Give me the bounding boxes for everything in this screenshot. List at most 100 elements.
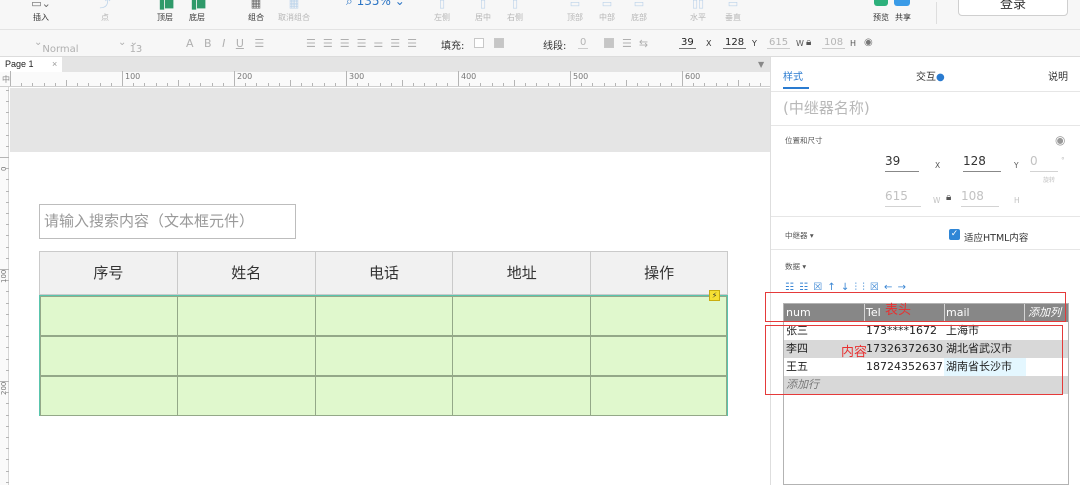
tab-interaction[interactable]: 交互● bbox=[916, 68, 945, 83]
ruler-tick bbox=[312, 83, 314, 86]
h-field[interactable]: 108 bbox=[822, 37, 846, 49]
distribute-horizontal-tool[interactable]: ▯▯ 水平 bbox=[683, 0, 713, 28]
repeater-row[interactable] bbox=[40, 336, 728, 376]
align-middle-tool[interactable]: ▭ 中部 bbox=[592, 0, 622, 28]
panel-w-field[interactable]: 615 bbox=[885, 189, 921, 207]
panel-x-field[interactable]: 39 bbox=[885, 154, 919, 172]
distribute-vertical-tool[interactable]: ▭ 垂直 bbox=[718, 0, 748, 28]
login-button[interactable]: 登录 bbox=[958, 0, 1068, 16]
repeater-widget[interactable] bbox=[39, 295, 728, 416]
font-style-select[interactable]: ⌄ Normal bbox=[34, 37, 79, 55]
ruler-tick bbox=[547, 83, 549, 86]
ruler-tick bbox=[6, 101, 9, 102]
ruler-tick bbox=[6, 112, 9, 114]
bring-to-front-tool[interactable]: ▐■ 顶层 bbox=[150, 0, 180, 28]
tab-notes[interactable]: 说明 bbox=[1048, 68, 1068, 83]
y-field[interactable]: 128 bbox=[723, 37, 747, 49]
fill-label: 填充: bbox=[441, 41, 465, 52]
visibility-eye-icon[interactable]: ◉ bbox=[864, 37, 873, 48]
w-field[interactable]: 615 bbox=[767, 37, 791, 49]
ruler-tick bbox=[6, 325, 9, 326]
ruler-tick bbox=[738, 80, 739, 86]
font-size-select[interactable]: ⌄ 13 ⌄ bbox=[118, 37, 142, 55]
ruler-tick bbox=[402, 80, 403, 86]
ruler-tick bbox=[222, 83, 224, 86]
panel-w-label: W bbox=[933, 196, 941, 205]
share-button[interactable]: 共享 bbox=[888, 0, 918, 28]
widget-name-input[interactable]: (中继器名称) bbox=[783, 97, 870, 118]
ruler-tick bbox=[749, 83, 751, 86]
align-top-tool[interactable]: ▭ 顶部 bbox=[560, 0, 590, 28]
send-to-back-tool[interactable]: ▐■ 底层 bbox=[182, 0, 212, 28]
repeater-row[interactable] bbox=[40, 296, 728, 336]
ruler-tick bbox=[648, 83, 650, 86]
fill-image-swatch[interactable] bbox=[494, 38, 504, 48]
line-style-icons[interactable]: ☰ ⇆ bbox=[622, 37, 648, 50]
zoom-select[interactable]: ⌕ 135% ⌄ bbox=[346, 0, 405, 9]
ruler-tick bbox=[6, 246, 9, 248]
repeater-row[interactable] bbox=[40, 376, 728, 416]
align-bottom-tool[interactable]: ▭ 底部 bbox=[624, 0, 654, 28]
page-tab[interactable]: Page 1 × bbox=[0, 57, 62, 72]
close-tab-icon[interactable]: × bbox=[52, 57, 57, 72]
text-format-icons[interactable]: A B I U ☰ bbox=[186, 37, 264, 50]
group-tool[interactable]: ▦ 组合 bbox=[241, 0, 271, 28]
data-section-label[interactable]: 数据 ▾ bbox=[785, 261, 806, 272]
panel-y-field[interactable]: 128 bbox=[963, 154, 1001, 172]
point-tool[interactable]: ⤴ 点 bbox=[90, 0, 120, 28]
ruler-tick bbox=[670, 83, 672, 86]
inspector-tabs: 样式 交互● 说明 bbox=[771, 57, 1080, 91]
rotation-field[interactable]: 0 bbox=[1030, 154, 1058, 172]
ruler-tick bbox=[6, 213, 9, 214]
ungroup-tool[interactable]: ▦ 取消组合 bbox=[274, 0, 314, 28]
align-right-tool[interactable]: ▯ 右侧 bbox=[500, 0, 530, 28]
table-header[interactable]: 序号 姓名 电话 地址 操作 bbox=[39, 251, 728, 295]
repeater-cell bbox=[314, 376, 453, 416]
ruler-tick bbox=[200, 83, 202, 86]
fill-color-swatch[interactable] bbox=[474, 38, 484, 48]
tab-style[interactable]: 样式 bbox=[783, 68, 803, 83]
visibility-eye-icon[interactable]: ◉ bbox=[1055, 133, 1065, 147]
aspect-lock-icon[interactable]: 🔒︎ bbox=[946, 192, 951, 203]
align-middle-icon: ▭ bbox=[601, 0, 613, 10]
ruler-label: 200 bbox=[0, 381, 8, 395]
align-center-tool[interactable]: ▯ 居中 bbox=[468, 0, 498, 28]
ruler-tick bbox=[6, 448, 9, 450]
repeater-cell bbox=[177, 296, 315, 336]
line-color-swatch[interactable] bbox=[604, 38, 614, 48]
repeater-cell bbox=[314, 336, 453, 376]
ruler-tick bbox=[637, 83, 639, 86]
insert-tool[interactable]: ▭⌄ 插入 bbox=[26, 0, 56, 28]
design-canvas[interactable]: 请输入搜索内容（文本框元件） 序号 姓名 电话 地址 操作 ⚡ bbox=[10, 88, 770, 485]
ruler-tick bbox=[334, 83, 336, 86]
ruler-tick bbox=[514, 80, 515, 86]
text-align-icons[interactable]: ☰ ☰ ☰ ☰ ⚌ ☰ ☰ bbox=[306, 37, 417, 50]
page-list-dropdown-icon[interactable]: ▼ bbox=[758, 60, 764, 69]
content-annotation-label: 内容 bbox=[841, 345, 868, 360]
interaction-bolt-icon[interactable]: ⚡ bbox=[709, 290, 720, 301]
ungroup-icon: ▦ bbox=[288, 0, 300, 10]
ruler-tick bbox=[32, 83, 34, 86]
x-field[interactable]: 39 bbox=[679, 37, 696, 49]
ruler-tick bbox=[245, 83, 247, 86]
distribute-h-icon: ▯▯ bbox=[691, 0, 705, 10]
ruler-tick bbox=[290, 80, 291, 86]
fit-html-label: 适应HTML内容 bbox=[964, 233, 1029, 244]
format-toolbar: ⌄ Normal ⌄ 13 ⌄ A B I U ☰ ☰ ☰ ☰ ☰ ⚌ ☰ ☰ … bbox=[0, 30, 1080, 57]
fit-html-checkbox[interactable]: ✓ bbox=[949, 229, 960, 240]
align-left-tool[interactable]: ▯ 左侧 bbox=[427, 0, 457, 28]
search-input[interactable]: 请输入搜索内容（文本框元件） bbox=[39, 204, 296, 239]
repeater-cell bbox=[40, 336, 178, 376]
ruler-tick bbox=[6, 134, 9, 136]
line-label: 线段: bbox=[543, 41, 567, 52]
ruler-tick bbox=[6, 470, 9, 472]
repeater-section-label[interactable]: 中继器 ▾ bbox=[785, 230, 814, 241]
distribute-v-icon: ▭ bbox=[727, 0, 739, 10]
ruler-tick bbox=[458, 71, 459, 86]
ruler-tick bbox=[6, 291, 9, 293]
lock-icon[interactable]: 🔒︎ bbox=[806, 37, 811, 48]
canvas-header-band bbox=[10, 88, 770, 152]
ruler-tick bbox=[6, 481, 9, 483]
line-width-field[interactable]: 0 bbox=[578, 37, 589, 49]
panel-h-field[interactable]: 108 bbox=[961, 189, 999, 207]
